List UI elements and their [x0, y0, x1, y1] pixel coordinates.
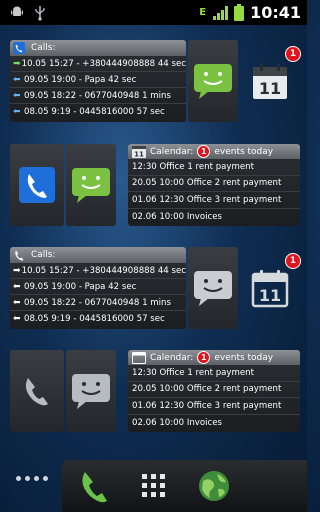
event-row[interactable]: 12:30 Office 1 rent payment [128, 365, 300, 382]
calls-widget-mono: Calls: ➡ 10.05 15:27 - +380444908888 44 s… [10, 247, 301, 331]
battery-icon [234, 4, 245, 21]
event-row[interactable]: 01.06 12:30 Office 3 rent payment [128, 192, 300, 209]
calls-header: Calls: [10, 247, 186, 263]
android-debug-icon [11, 6, 23, 16]
incoming-call-icon: ⬅ [13, 74, 21, 85]
call-text: 10.05 15:27 - +380444908888 44 sec [21, 58, 186, 69]
incoming-call-icon: ⬅ [13, 107, 21, 117]
calendar-icon: 11 [253, 63, 287, 99]
calls-panel[interactable]: Calls: ➡ 10.05 15:27 - +380444908888 44 s… [10, 40, 186, 122]
calendar-small-icon [132, 352, 146, 364]
incoming-call-icon: ⬅ [13, 297, 21, 308]
call-row[interactable]: ➡ 10.05 15:27 - +380444908888 44 sec [10, 263, 186, 279]
event-row[interactable]: 12:30 Office 1 rent payment [128, 159, 300, 176]
sms-icon [72, 168, 110, 203]
svg-text:11: 11 [259, 79, 281, 98]
call-row[interactable]: ⬅ 09.05 18:22 - 0677040948 1 mins [10, 88, 186, 104]
call-row[interactable]: ⬅ 08.05 9:19 - 0445816000 57 sec [10, 104, 186, 120]
clock: 10:41 [250, 3, 301, 22]
browser-globe-icon [199, 471, 229, 501]
phone-button[interactable] [10, 144, 64, 226]
events-badge: 1 [197, 351, 211, 364]
app-drawer-icon [142, 474, 165, 497]
call-text: 09.05 18:22 - 0677040948 1 mins [24, 90, 171, 101]
phone-icon [15, 250, 24, 261]
call-row[interactable]: ⬅ 09.05 19:00 - Papa 42 sec [10, 279, 186, 295]
call-text: 08.05 9:19 - 0445816000 57 sec [24, 107, 165, 117]
calendar-label: Calendar: [150, 352, 194, 363]
call-text: 09.05 19:00 - Papa 42 sec [24, 281, 137, 292]
calls-title: Calls: [31, 43, 56, 53]
call-text: 10.05 15:27 - +380444908888 44 sec [21, 265, 186, 276]
call-row[interactable]: ➡ 10.05 15:27 - +380444908888 44 sec [10, 56, 186, 72]
dock-phone-button[interactable] [64, 460, 124, 512]
calendar-panel[interactable]: Calendar: 1 events today 12:30 Office 1 … [128, 350, 300, 432]
dock-app-drawer-button[interactable] [124, 460, 184, 512]
call-text: 09.05 18:22 - 0677040948 1 mins [24, 297, 171, 308]
calls-header: Calls: [10, 40, 186, 56]
calendar-widget-mono: Calendar: 1 events today 12:30 Office 1 … [10, 350, 300, 434]
signal-icon [213, 5, 229, 20]
status-bar: E 10:41 [0, 0, 307, 25]
events-today-label: events today [214, 146, 274, 157]
event-row[interactable]: 20.05 10:00 Office 2 rent payment [128, 382, 300, 398]
calls-title: Calls: [31, 250, 56, 260]
calendar-widget-color: 11 Calendar: 1 events today 12:30 Office… [10, 144, 300, 228]
outgoing-call-icon: ➡ [13, 58, 21, 69]
incoming-call-icon: ⬅ [13, 90, 21, 101]
phone-icon [13, 42, 25, 54]
sms-button[interactable] [188, 40, 238, 122]
calendar-small-icon: 11 [132, 146, 146, 159]
events-today-label: events today [214, 352, 274, 363]
more-icon[interactable] [16, 476, 48, 481]
sms-icon [72, 374, 110, 409]
calls-widget-color: Calls: ➡ 10.05 15:27 - +380444908888 44 s… [10, 40, 301, 124]
calendar-panel[interactable]: 11 Calendar: 1 events today 12:30 Office… [128, 144, 300, 226]
sms-button[interactable] [66, 144, 116, 226]
network-type: E [199, 7, 207, 18]
calendar-button[interactable]: 11 1 [242, 247, 301, 329]
call-text: 08.05 9:19 - 0445816000 57 sec [24, 314, 165, 324]
call-text: 09.05 19:00 - Papa 42 sec [24, 74, 137, 85]
svg-text:11: 11 [259, 286, 281, 305]
calendar-label: Calendar: [150, 146, 194, 157]
calendar-header: Calendar: 1 events today [128, 350, 300, 365]
call-row[interactable]: ⬅ 08.05 9:19 - 0445816000 57 sec [10, 311, 186, 327]
outgoing-call-icon: ➡ [13, 265, 21, 276]
call-row[interactable]: ⬅ 09.05 19:00 - Papa 42 sec [10, 72, 186, 88]
phone-icon [25, 378, 48, 406]
phone-icon [82, 472, 107, 503]
dock [62, 460, 307, 512]
svg-text:11: 11 [134, 151, 144, 159]
sms-icon [194, 64, 232, 99]
calendar-icon: 11 [251, 270, 289, 308]
event-row[interactable]: 02.06 10:00 Invoices [128, 209, 300, 226]
usb-icon [35, 5, 45, 21]
call-row[interactable]: ⬅ 09.05 18:22 - 0677040948 1 mins [10, 295, 186, 311]
calendar-badge: 1 [285, 253, 301, 269]
calls-panel[interactable]: Calls: ➡ 10.05 15:27 - +380444908888 44 s… [10, 247, 186, 329]
dock-browser-button[interactable] [184, 460, 244, 512]
incoming-call-icon: ⬅ [13, 314, 21, 324]
calendar-header: 11 Calendar: 1 events today [128, 144, 300, 159]
phone-button[interactable] [10, 350, 64, 432]
calendar-badge: 1 [285, 46, 301, 62]
event-row[interactable]: 02.06 10:00 Invoices [128, 415, 300, 432]
sms-button[interactable] [66, 350, 116, 432]
calendar-button[interactable]: 11 1 [242, 40, 301, 122]
event-row[interactable]: 20.05 10:00 Office 2 rent payment [128, 176, 300, 192]
incoming-call-icon: ⬅ [13, 281, 21, 292]
event-row[interactable]: 01.06 12:30 Office 3 rent payment [128, 398, 300, 415]
sms-icon [194, 271, 232, 306]
sms-button[interactable] [188, 247, 238, 329]
events-badge: 1 [197, 145, 211, 158]
phone-icon [19, 167, 55, 203]
